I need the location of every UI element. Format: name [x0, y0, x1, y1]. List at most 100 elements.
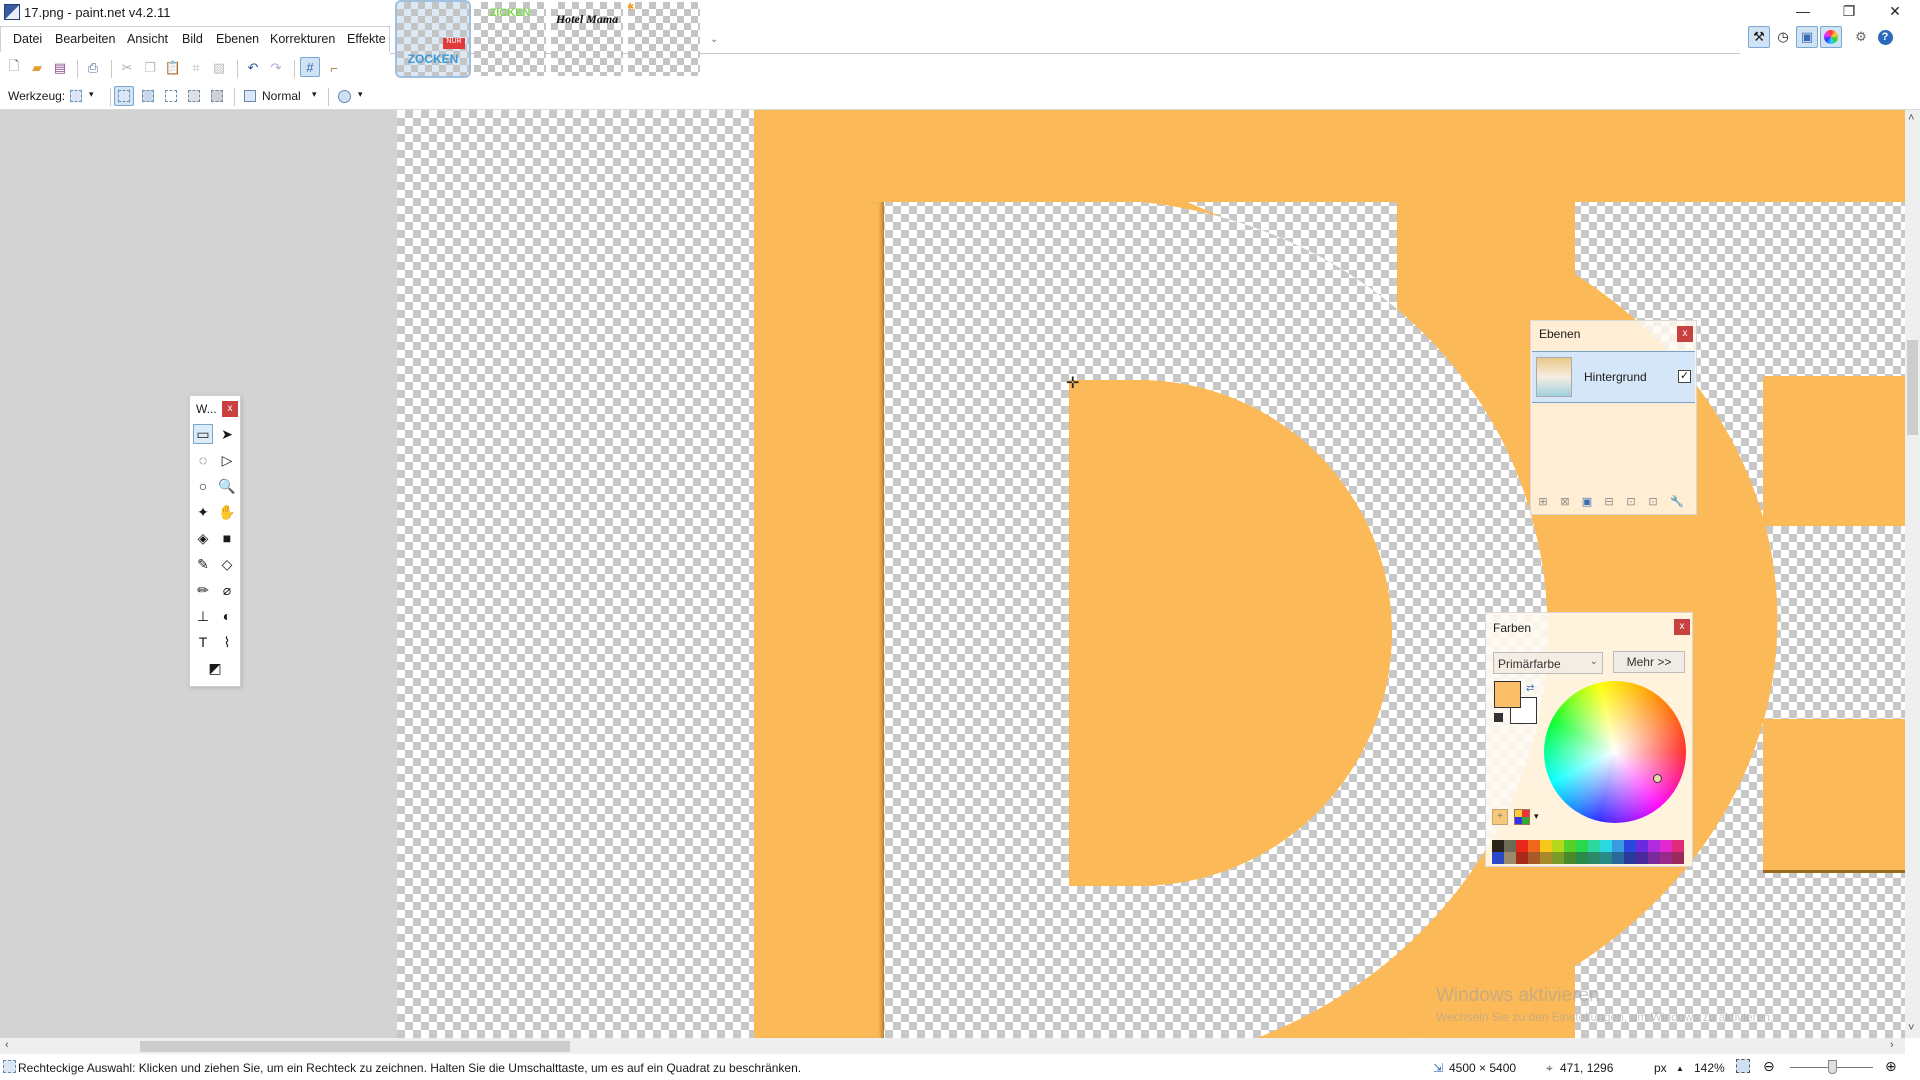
- delete-layer-icon[interactable]: ⊠: [1557, 493, 1573, 509]
- palette-swatch[interactable]: [1528, 852, 1540, 864]
- tool-dropdown-chevron-icon[interactable]: ▾: [89, 89, 94, 100]
- scroll-right-icon[interactable]: ›: [1890, 1039, 1894, 1051]
- save-icon[interactable]: ▤: [50, 58, 70, 78]
- selection-mode-invert[interactable]: [207, 86, 227, 106]
- open-icon[interactable]: ▰: [27, 58, 47, 78]
- selection-mode-exclude[interactable]: [161, 86, 181, 106]
- zoom-to-window-icon[interactable]: [1736, 1059, 1750, 1073]
- color-mode-select[interactable]: Primärfarbe ⌄: [1493, 652, 1603, 674]
- pencil-tool-icon[interactable]: ✏: [193, 580, 213, 600]
- menu-datei[interactable]: Datei: [13, 32, 42, 46]
- undo-icon[interactable]: ↶: [243, 58, 263, 78]
- colors-window-icon[interactable]: [1820, 26, 1842, 48]
- palette-swatch[interactable]: [1540, 852, 1552, 864]
- palette-swatch[interactable]: [1576, 852, 1588, 864]
- layer-visibility-checkbox[interactable]: ✓: [1678, 370, 1691, 383]
- tabs-overflow-icon[interactable]: ⌄: [710, 34, 718, 45]
- menu-effekte[interactable]: Effekte: [347, 32, 386, 46]
- palette-swatch[interactable]: [1660, 840, 1672, 852]
- menu-korrekturen[interactable]: Korrekturen: [270, 32, 335, 46]
- palette-swatch[interactable]: [1576, 840, 1588, 852]
- palette-swatch[interactable]: [1624, 852, 1636, 864]
- image-tab-zocken[interactable]: ZOCKEN NUR: [395, 0, 471, 78]
- palette-swatch[interactable]: [1516, 852, 1528, 864]
- units-select[interactable]: px: [1654, 1061, 1667, 1075]
- image-tab-zicken[interactable]: ZICKEN: [474, 2, 546, 76]
- merge-layer-icon[interactable]: ⊟: [1601, 493, 1617, 509]
- blend-mode-select[interactable]: Normal: [262, 89, 301, 103]
- gradient-tool-icon[interactable]: ■: [217, 528, 237, 548]
- palette-swatch[interactable]: [1588, 852, 1600, 864]
- scroll-left-icon[interactable]: ‹: [5, 1039, 9, 1051]
- colors-panel-close-button[interactable]: x: [1674, 619, 1690, 635]
- palette-menu-icon[interactable]: [1514, 809, 1530, 825]
- menu-bild[interactable]: Bild: [182, 32, 203, 46]
- current-tool-rectangle-select-icon[interactable]: [66, 86, 86, 106]
- line-curve-tool-icon[interactable]: ⌇: [217, 632, 237, 652]
- deselect-icon[interactable]: ▨: [209, 58, 229, 78]
- paint-bucket-tool-icon[interactable]: ◈: [193, 528, 213, 548]
- ellipse-select-tool-icon[interactable]: ○: [193, 476, 213, 496]
- color-picker-tool-icon[interactable]: ⌀: [217, 580, 237, 600]
- ruler-icon[interactable]: ⌐: [324, 58, 344, 78]
- move-layer-up-icon[interactable]: ⊡: [1623, 493, 1639, 509]
- palette-swatch[interactable]: [1564, 852, 1576, 864]
- image-canvas[interactable]: Windows aktivieren Wechseln Sie zu den E…: [397, 110, 1905, 1038]
- palette-swatch[interactable]: [1636, 852, 1648, 864]
- palette-chevron-icon[interactable]: ▾: [1534, 811, 1539, 822]
- paintbrush-tool-icon[interactable]: ✎: [193, 554, 213, 574]
- tools-window-close-button[interactable]: x: [222, 401, 238, 417]
- palette-swatch[interactable]: [1552, 852, 1564, 864]
- units-chevron-icon[interactable]: ▲: [1676, 1064, 1684, 1073]
- zoom-level[interactable]: 142%: [1694, 1061, 1725, 1075]
- palette-swatch[interactable]: [1624, 840, 1636, 852]
- zoom-out-icon[interactable]: ⊖: [1763, 1058, 1775, 1075]
- menu-bearbeiten[interactable]: Bearbeiten: [55, 32, 115, 46]
- rectangle-select-tool-icon[interactable]: ▭: [193, 424, 213, 444]
- paste-icon[interactable]: 📋: [163, 58, 183, 78]
- add-layer-icon[interactable]: ⊞: [1535, 493, 1551, 509]
- close-button[interactable]: ✕: [1872, 0, 1918, 24]
- move-selected-tool-icon[interactable]: ➤: [217, 424, 237, 444]
- crop-icon[interactable]: ⌗: [186, 58, 206, 78]
- palette-swatch[interactable]: [1504, 852, 1516, 864]
- history-icon[interactable]: ◷: [1772, 26, 1794, 48]
- palette-swatch[interactable]: [1552, 840, 1564, 852]
- help-icon[interactable]: ?: [1874, 26, 1896, 48]
- palette-swatch[interactable]: [1528, 840, 1540, 852]
- minimize-button[interactable]: —: [1780, 0, 1826, 24]
- palette-swatch[interactable]: [1612, 852, 1624, 864]
- antialiasing-chevron-icon[interactable]: ▾: [358, 89, 363, 100]
- palette-swatch[interactable]: [1648, 840, 1660, 852]
- move-selection-tool-icon[interactable]: ▷: [217, 450, 237, 470]
- selection-mode-replace[interactable]: [114, 86, 134, 106]
- lasso-select-tool-icon[interactable]: ◌: [193, 450, 213, 470]
- pan-tool-icon[interactable]: ✋: [217, 502, 237, 522]
- horizontal-scrollbar[interactable]: ‹ ›: [0, 1038, 1905, 1054]
- palette-swatch[interactable]: [1672, 840, 1684, 852]
- color-wheel-marker[interactable]: [1653, 774, 1662, 783]
- palette-swatch[interactable]: [1648, 852, 1660, 864]
- more-button[interactable]: Mehr >>: [1613, 651, 1685, 673]
- swap-colors-icon[interactable]: ⇄: [1526, 683, 1534, 694]
- palette-swatch[interactable]: [1504, 840, 1516, 852]
- blend-mode-chevron-icon[interactable]: ▾: [312, 89, 317, 100]
- zoom-in-icon[interactable]: ⊕: [1885, 1058, 1897, 1075]
- layers-panel-close-button[interactable]: x: [1677, 326, 1693, 342]
- palette-swatch[interactable]: [1612, 840, 1624, 852]
- copy-icon[interactable]: ❐: [140, 58, 160, 78]
- palette-swatch[interactable]: [1516, 840, 1528, 852]
- tools-window-icon[interactable]: ⚒: [1748, 26, 1770, 48]
- menu-ebenen[interactable]: Ebenen: [216, 32, 259, 46]
- add-to-palette-icon[interactable]: +: [1492, 809, 1508, 825]
- print-icon[interactable]: ⎙: [83, 58, 103, 78]
- image-tab-untitled[interactable]: ✱: [628, 2, 700, 76]
- selection-mode-union[interactable]: [138, 86, 158, 106]
- primary-color-swatch[interactable]: [1494, 681, 1521, 708]
- shapes-tool-icon[interactable]: ◩: [193, 658, 237, 678]
- settings-icon[interactable]: ⚙: [1850, 26, 1872, 48]
- selection-mode-intersect[interactable]: [184, 86, 204, 106]
- magic-wand-tool-icon[interactable]: ✦: [193, 502, 213, 522]
- antialiasing-icon[interactable]: [334, 86, 354, 106]
- image-tab-hotel-mama[interactable]: Hotel Mama: [551, 2, 623, 76]
